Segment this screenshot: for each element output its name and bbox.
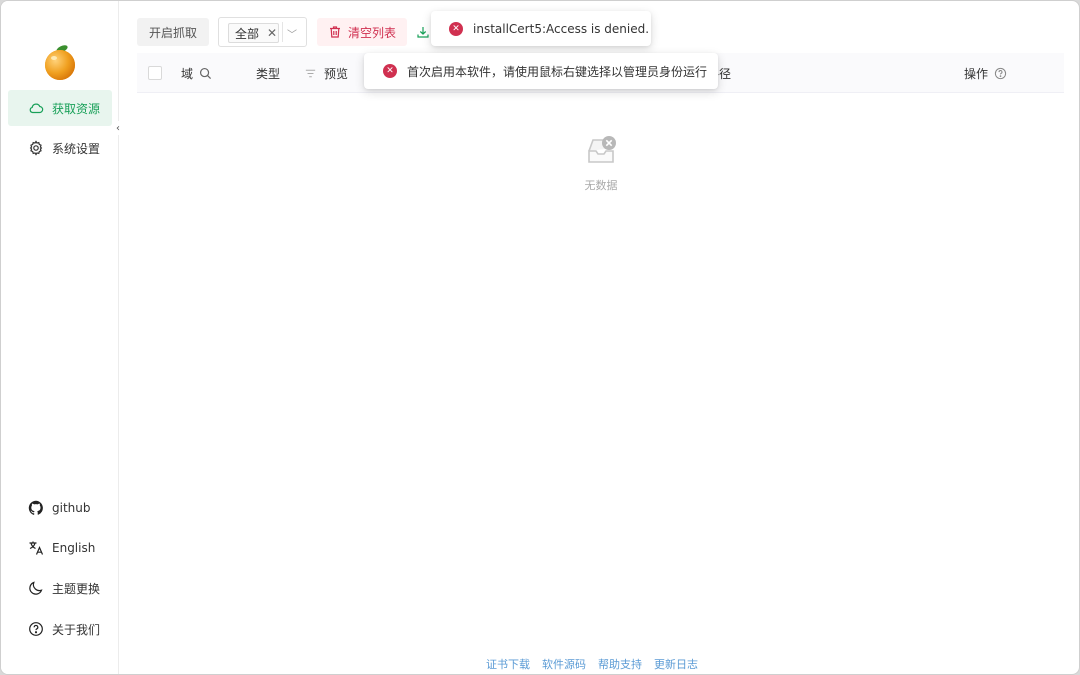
remove-tag-close-icon[interactable]: ✕	[267, 27, 277, 39]
sidebar-collapse-chevron-icon[interactable]: ‹	[112, 121, 124, 135]
type-filter-select[interactable]: 全部 ✕ ﹀	[218, 17, 307, 47]
footer-link-cert-download[interactable]: 证书下载	[486, 656, 530, 672]
chevron-down-icon[interactable]: ﹀	[287, 26, 297, 41]
search-icon[interactable]	[199, 67, 212, 80]
filter-tag: 全部 ✕	[228, 23, 279, 43]
gear-icon	[29, 140, 43, 156]
sidebar-item-label: 获取资源	[52, 101, 101, 116]
error-toast-run-as-admin: ✕ 首次启用本软件，请使用鼠标右键选择以管理员身份运行	[364, 53, 718, 89]
column-header-actions: 操作	[964, 65, 1007, 82]
clear-list-label: 清空列表	[347, 25, 396, 40]
clear-list-button[interactable]: 清空列表	[317, 18, 407, 46]
sidebar-item-about[interactable]: 关于我们	[8, 611, 112, 647]
empty-inbox-icon	[588, 136, 616, 163]
sidebar-item-theme[interactable]: 主题更换	[8, 570, 112, 606]
footer-link-source-code[interactable]: 软件源码	[542, 656, 586, 672]
column-header-preview: 预览	[324, 65, 348, 82]
sidebar-item-fetch-resources[interactable]: 获取资源	[8, 90, 112, 126]
sidebar-item-settings[interactable]: 系统设置	[8, 130, 112, 166]
select-divider	[282, 22, 283, 42]
column-actions-label: 操作	[964, 67, 989, 81]
filter-icon[interactable]	[304, 67, 317, 80]
footer-link-changelog[interactable]: 更新日志	[654, 656, 698, 672]
sidebar: 获取资源 系统设置 github English 主题更换 关于我们	[1, 1, 119, 674]
toast-message: 首次启用本软件，请使用鼠标右键选择以管理员身份运行	[407, 64, 708, 79]
error-close-circle-icon: ✕	[383, 64, 397, 78]
filter-tag-label: 全部	[235, 26, 260, 41]
sidebar-item-label: 主题更换	[52, 581, 101, 596]
empty-state-text: 无数据	[584, 179, 618, 192]
moon-icon	[29, 581, 43, 595]
column-header-domain: 域	[181, 65, 212, 82]
error-close-circle-icon: ✕	[449, 21, 463, 36]
select-all-checkbox[interactable]	[148, 66, 162, 80]
help-circle-icon[interactable]	[994, 67, 1007, 80]
footer-link-help-support[interactable]: 帮助支持	[598, 656, 642, 672]
toast-message: installCert5:Access is denied.	[473, 21, 650, 36]
start-capture-button[interactable]: 开启抓取	[137, 18, 209, 46]
translate-icon	[29, 541, 44, 555]
sidebar-item-label: github	[52, 501, 91, 515]
column-header-type: 类型	[256, 65, 317, 82]
sidebar-item-language[interactable]: English	[8, 530, 112, 566]
help-circle-icon	[29, 622, 43, 636]
footer-links: 证书下载 软件源码 帮助支持 更新日志	[486, 656, 698, 672]
github-icon	[28, 500, 43, 515]
orange-logo-icon	[45, 45, 75, 80]
app-window: 获取资源 系统设置 github English 主题更换 关于我们 ‹ 开启抓…	[0, 0, 1080, 675]
error-toast-access-denied: ✕ installCert5:Access is denied.	[431, 11, 651, 46]
sidebar-item-label: 关于我们	[52, 622, 101, 637]
column-domain-label: 域	[181, 67, 194, 81]
trash-icon	[329, 26, 340, 38]
column-preview-label: 预览	[324, 67, 349, 81]
cloud-icon	[29, 103, 44, 114]
sidebar-item-label: 系统设置	[52, 141, 101, 156]
column-type-label: 类型	[256, 67, 281, 81]
sidebar-item-github[interactable]: github	[8, 490, 112, 526]
sidebar-item-label: English	[52, 541, 96, 555]
download-icon	[417, 27, 429, 38]
